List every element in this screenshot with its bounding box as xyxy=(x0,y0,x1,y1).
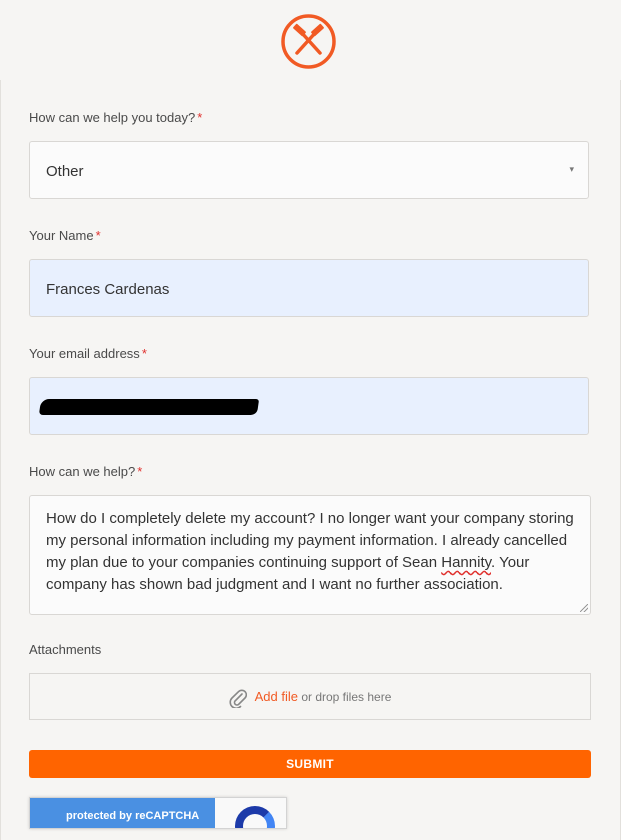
email-label: Your email address * xyxy=(29,346,147,361)
resize-handle-icon[interactable] xyxy=(580,604,588,612)
recaptcha-text: protected by reCAPTCHA xyxy=(30,798,215,828)
attachment-dropzone[interactable]: Add file or drop files here xyxy=(29,673,591,720)
drop-files-text: or drop files here xyxy=(301,690,392,704)
name-value: Frances Cardenas xyxy=(46,281,170,298)
help-topic-select[interactable]: Other ▾ xyxy=(29,141,589,199)
paperclip-icon xyxy=(229,689,247,708)
help-topic-value: Other xyxy=(46,163,84,180)
recaptcha-badge[interactable]: protected by reCAPTCHA xyxy=(29,797,287,829)
spellcheck-flagged-word: Hannity xyxy=(441,554,491,571)
email-field[interactable] xyxy=(29,377,589,435)
top-bar xyxy=(0,0,621,81)
message-label: How can we help? * xyxy=(29,464,143,479)
name-field[interactable]: Frances Cardenas xyxy=(29,259,589,317)
chevron-down-icon: ▾ xyxy=(569,164,574,174)
redaction-mark xyxy=(38,399,260,415)
attachments-label: Attachments xyxy=(29,642,102,657)
add-file-link[interactable]: Add file xyxy=(255,689,298,704)
help-topic-label: How can we help you today? * xyxy=(29,110,203,125)
crossed-hammers-logo-icon[interactable] xyxy=(280,13,337,70)
message-textarea[interactable]: How do I completely delete my account? I… xyxy=(29,495,591,615)
name-label: Your Name * xyxy=(29,228,101,243)
submit-button[interactable]: SUBMIT xyxy=(29,750,591,778)
